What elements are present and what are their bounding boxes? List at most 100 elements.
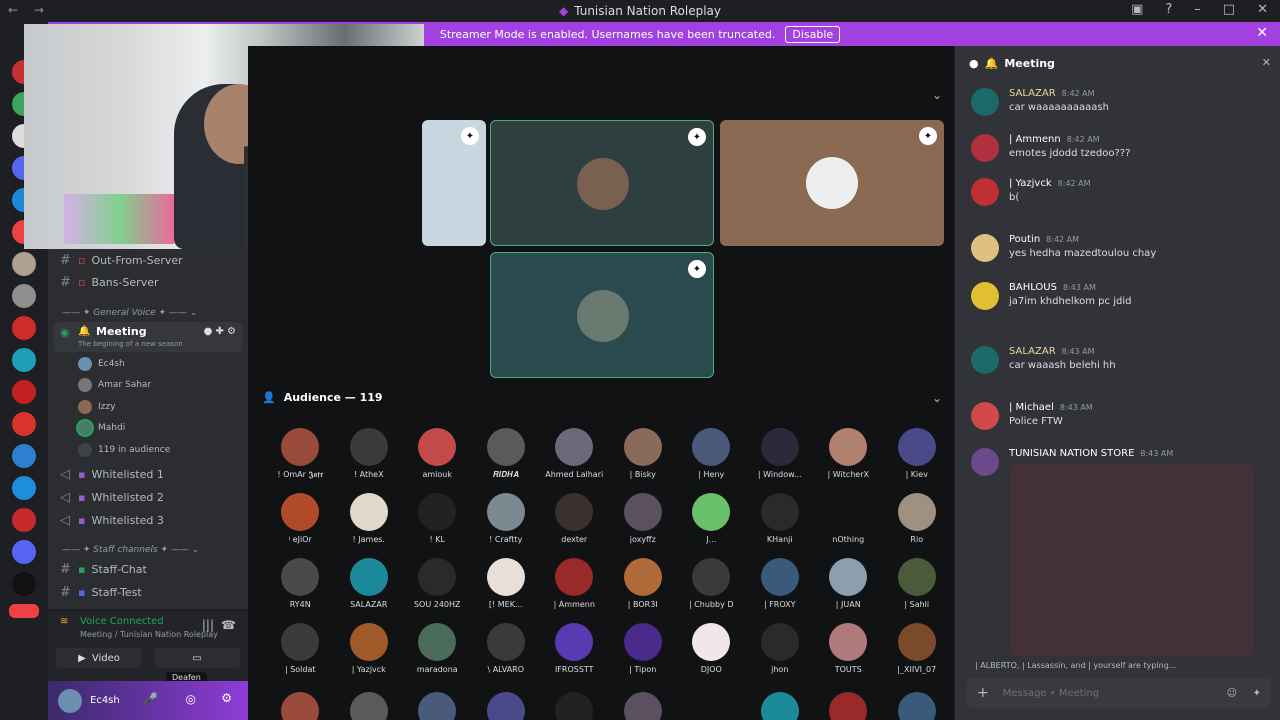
server-icon[interactable] [12,380,36,404]
avatar[interactable] [971,178,999,206]
stage-member[interactable]: Ec4sh [78,355,125,373]
avatar[interactable] [418,692,456,720]
voice-channel[interactable]: ◁ ▪ Whitelisted 1 [60,464,164,484]
audience-member[interactable]: | Heny [677,428,746,485]
avatar[interactable] [829,692,867,720]
channel-out-from-server[interactable]: # ▫ Out-From-Server [60,250,183,270]
avatar[interactable] [281,692,319,720]
audience-member[interactable]: Ahmed Lalhari [540,428,609,485]
video-button[interactable]: ▶ Video [56,648,142,668]
disable-button[interactable]: Disable [785,25,841,43]
avatar[interactable] [349,692,388,720]
channel-staff-test[interactable]: # ▪ Staff-Test [60,582,142,602]
disconnect-icon[interactable]: ☎ [221,618,236,632]
channel-actions-icons[interactable]: ● ✚ ⚙ [204,326,236,337]
author[interactable]: | Ammenn 8:42 AM [1009,134,1100,145]
audience-member[interactable]: [! MEK... [472,558,541,615]
author[interactable]: SALAZAR 8:43 AM [1009,346,1095,357]
voice-status[interactable]: Voice Connected [80,616,164,627]
mic-icon[interactable]: 🎤 [143,692,158,706]
audience-member[interactable]: ! AtheX [335,428,404,485]
close-icon[interactable]: ✕ [1257,2,1268,17]
audience-member[interactable]: amlouk [403,428,472,485]
speaker-tile[interactable]: ✦ [720,120,944,246]
audience-member[interactable]: | Kiev [883,428,952,485]
avatar[interactable] [555,692,593,720]
audience-member[interactable]: ! Craftty [472,493,541,550]
server-icon[interactable] [12,412,36,436]
server-icon[interactable] [12,444,36,468]
image-embed[interactable] [1010,464,1254,656]
avatar[interactable] [971,134,999,162]
audience-member[interactable]: 𝑹𝑰𝑫𝑯𝑨 [472,428,541,485]
audience-member[interactable]: SOU 240HZ [403,558,472,615]
stage-member[interactable]: Amar Sahar [78,376,151,394]
avatar[interactable] [971,282,999,310]
add-icon[interactable]: + [977,685,989,701]
audience-member[interactable]: | Sahli [883,558,952,615]
audience-member[interactable]: | Soldat [266,623,335,680]
author[interactable]: BAHLOUS 8:43 AM [1009,282,1096,293]
avatar[interactable] [623,692,662,720]
stage-member[interactable]: Izzy [78,398,115,416]
audience-member[interactable]: IFROSSTT [540,623,609,680]
audience-member[interactable]: RY4N [266,558,335,615]
audience-count[interactable]: 119 in audience [78,441,170,459]
audience-member[interactable]: | Window... [746,428,815,485]
audience-member[interactable]: joxyffz [609,493,678,550]
server-icon[interactable] [12,476,36,500]
audience-member[interactable]: | Tipon [609,623,678,680]
audience-member[interactable]: DJOO [677,623,746,680]
channel-bans-server[interactable]: # ▫ Bans-Server [60,272,159,292]
audience-member[interactable]: dexter [540,493,609,550]
avatar[interactable] [971,88,999,116]
audience-member[interactable]: Rio [883,493,952,550]
minimize-icon[interactable]: – [1194,2,1201,17]
audience-member[interactable]: | JUAN [814,558,883,615]
audience-member[interactable]: KHanji [746,493,815,550]
avatar[interactable] [58,688,82,713]
app-launcher-icon[interactable]: ✦ [1253,688,1261,699]
speaker-tile[interactable]: ✦ [422,120,486,246]
new-badge-icon[interactable] [9,604,39,618]
gear-icon[interactable]: ⚙ [221,691,232,705]
audience-member[interactable]: ! OmAr 𝕵𝖆𝖋𝖗 [266,428,335,485]
avatar[interactable] [760,692,799,720]
server-icon[interactable] [12,572,36,596]
category-staff[interactable]: —— ✦ Staff channels ✦ —— ⌄ [62,545,199,555]
category-general-voice[interactable]: —— ✦ General Voice ✦ —— ⌄ [62,308,197,318]
audience-member[interactable]: SALAZAR [335,558,404,615]
server-icon[interactable] [12,252,36,276]
avatar[interactable] [971,234,999,262]
author[interactable]: SALAZAR 8:42 AM [1009,88,1095,99]
audience-member[interactable]: TOUTS [814,623,883,680]
author[interactable]: | Yazjvck 8:42 AM [1009,178,1091,189]
maximize-icon[interactable]: □ [1223,2,1235,17]
channel-staff-chat[interactable]: # ▪ Staff-Chat [60,559,147,579]
speaker-tile[interactable]: ✦ [490,252,714,378]
close-chat-icon[interactable]: ✕ [1262,56,1271,69]
audience-member[interactable]: |_XIIVI_07 [883,623,952,680]
nav-arrows[interactable]: ← → [8,3,50,17]
voice-channel[interactable]: ◁ ▪ Whitelisted 3 [60,510,164,530]
avatar[interactable] [971,402,999,430]
author[interactable]: TUNISIAN NATION STORE 8:43 AM [1009,448,1173,459]
collapse-icon[interactable]: ⌄ [932,88,942,102]
close-banner-icon[interactable]: ✕ [1256,25,1268,41]
message-input[interactable]: + Message • Meeting ☺ ✦ [967,678,1271,708]
screen-share-button[interactable]: ▭ [154,648,240,668]
author[interactable]: Poutin 8:42 AM [1009,234,1079,245]
audience-member[interactable]: | Bisky [609,428,678,485]
author[interactable]: | Michael 8:43 AM [1009,402,1093,413]
audience-member[interactable]: | Yazjvck [335,623,404,680]
collapse-audience-icon[interactable]: ⌄ [932,391,942,405]
server-icon[interactable] [12,508,36,532]
avatar[interactable] [971,448,999,476]
audience-member[interactable]: jhon [746,623,815,680]
audience-member[interactable]: ! James. [335,493,404,550]
audience-member[interactable]: | Ammenn [540,558,609,615]
server-icon[interactable] [12,348,36,372]
voice-channel[interactable]: ◁ ▪ Whitelisted 2 [60,487,164,507]
avatar[interactable] [971,346,999,374]
audience-member[interactable]: | FROXY [746,558,815,615]
